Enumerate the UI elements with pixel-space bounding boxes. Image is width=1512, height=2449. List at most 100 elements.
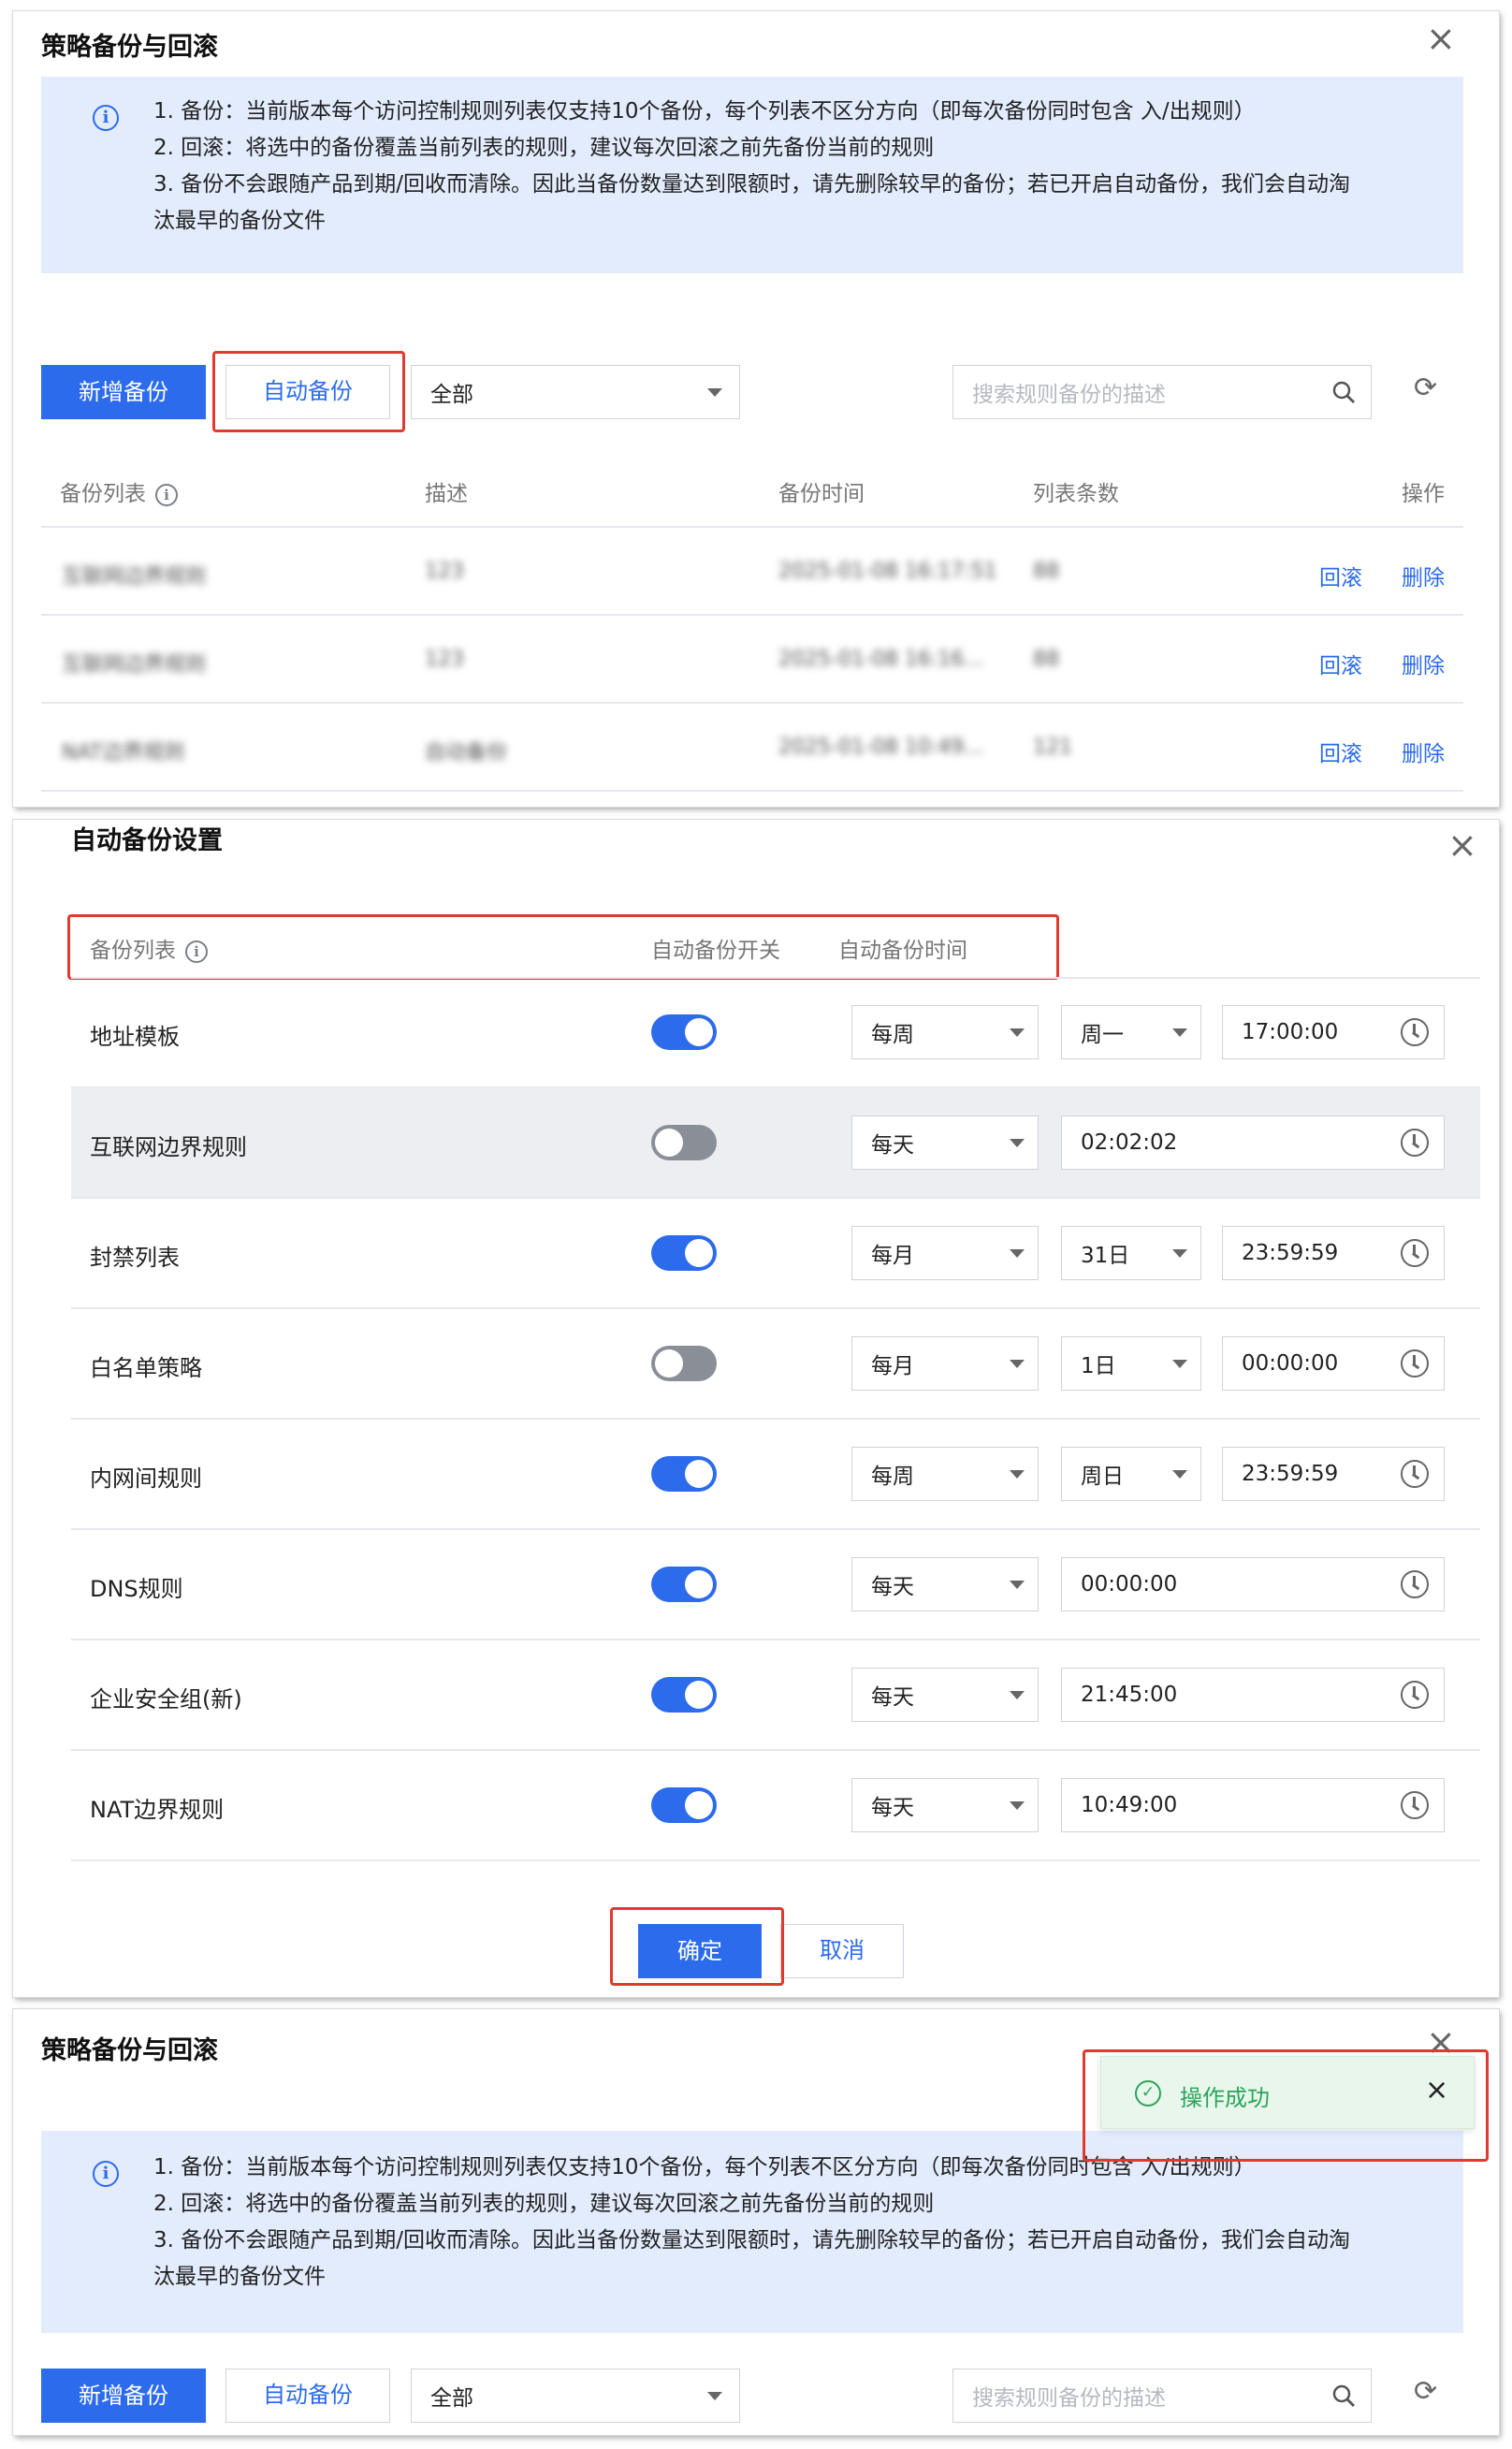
chevron-down-icon — [1010, 1360, 1025, 1368]
table-cell-time: 2025-01-08 16:17:51 — [778, 560, 997, 583]
day-select[interactable]: 31日 — [1061, 1226, 1201, 1280]
auto-backup-toggle[interactable] — [651, 1014, 717, 1050]
chevron-down-icon — [1010, 1470, 1025, 1479]
search-input[interactable]: 搜索规则备份的描述 — [952, 365, 1372, 419]
time-picker[interactable]: 10:49:00 — [1061, 1778, 1445, 1832]
rollback-link[interactable]: 回滚 — [1319, 560, 1362, 591]
day-select[interactable]: 1日 — [1061, 1336, 1201, 1391]
chevron-down-icon — [1172, 1360, 1187, 1368]
time-value: 17:00:00 — [1242, 1020, 1339, 1044]
table-cell-count: 121 — [1033, 736, 1072, 759]
divider — [71, 1859, 1480, 1861]
rollback-link[interactable]: 回滚 — [1319, 648, 1362, 679]
table-cell-desc: 自动备份 — [425, 741, 508, 765]
search-icon[interactable] — [1331, 2383, 1356, 2408]
dialog-title: 策略备份与回滚 — [41, 33, 218, 62]
backup-rollback-dialog: 策略备份与回滚 × i 1. 备份：当前版本每个访问控制规则列表仅支持10个备份… — [13, 11, 1499, 807]
toggle-knob — [655, 1349, 683, 1378]
column-header-desc: 描述 — [425, 482, 468, 506]
day-value: 1日 — [1081, 1354, 1116, 1378]
add-backup-button[interactable]: 新增备份 — [41, 365, 206, 419]
row-name: 地址模板 — [90, 1024, 180, 1050]
clock-icon — [1401, 1018, 1429, 1046]
table-cell-time: 2025-01-08 10:49... — [778, 736, 984, 759]
filter-select-value: 全部 — [430, 383, 473, 407]
chevron-down-icon — [707, 2392, 722, 2400]
delete-link[interactable]: 删除 — [1402, 648, 1445, 679]
frequency-select[interactable]: 每天 — [851, 1115, 1039, 1170]
column-header-backup-list: 备份列表 i — [60, 475, 178, 507]
column-header-time: 备份时间 — [778, 482, 865, 506]
day-value: 周一 — [1081, 1023, 1124, 1047]
chevron-down-icon — [1172, 1470, 1187, 1479]
time-picker[interactable]: 17:00:00 — [1222, 1005, 1445, 1059]
column-header-switch: 自动备份开关 — [651, 939, 780, 963]
time-picker[interactable]: 00:00:00 — [1222, 1336, 1445, 1391]
frequency-value: 每月 — [871, 1354, 914, 1378]
info-icon[interactable]: i — [155, 483, 178, 506]
column-header-count: 列表条数 — [1033, 482, 1119, 506]
dialog-title: 自动备份设置 — [71, 826, 223, 855]
column-header-time: 自动备份时间 — [838, 939, 967, 963]
day-select[interactable]: 周一 — [1061, 1005, 1201, 1059]
frequency-select[interactable]: 每周 — [851, 1447, 1039, 1501]
frequency-value: 每天 — [871, 1685, 914, 1710]
delete-link[interactable]: 删除 — [1402, 736, 1445, 767]
close-icon[interactable]: × — [1447, 827, 1477, 863]
time-value: 00:00:00 — [1242, 1351, 1339, 1376]
auto-backup-toggle[interactable] — [651, 1456, 717, 1492]
auto-backup-toggle[interactable] — [651, 1346, 717, 1381]
row-name: NAT边界规则 — [90, 1797, 225, 1823]
column-header-backup-list: 备份列表 i — [90, 932, 208, 964]
auto-backup-toggle[interactable] — [651, 1235, 717, 1271]
frequency-select[interactable]: 每月 — [851, 1336, 1039, 1391]
frequency-select[interactable]: 每周 — [851, 1005, 1039, 1059]
frequency-select[interactable]: 每月 — [851, 1226, 1039, 1280]
frequency-value: 每天 — [871, 1796, 914, 1820]
highlight-box — [1083, 2049, 1489, 2162]
rollback-link[interactable]: 回滚 — [1319, 736, 1362, 767]
divider — [41, 702, 1463, 704]
delete-link[interactable]: 删除 — [1402, 560, 1445, 591]
auto-backup-toggle[interactable] — [651, 1787, 717, 1823]
table-row: NAT边界规则 每天 10:49:00 — [71, 1750, 1480, 1861]
table-cell-count: 88 — [1033, 560, 1059, 583]
day-select[interactable]: 周日 — [1061, 1447, 1201, 1501]
time-picker[interactable]: 21:45:00 — [1061, 1668, 1445, 1722]
auto-backup-toggle[interactable] — [651, 1567, 717, 1602]
day-value: 31日 — [1081, 1244, 1130, 1268]
divider — [41, 526, 1463, 528]
toggle-knob — [685, 1018, 713, 1046]
day-value: 周日 — [1081, 1465, 1124, 1489]
auto-backup-toggle[interactable] — [651, 1677, 717, 1713]
auto-backup-toggle[interactable] — [651, 1125, 717, 1160]
info-icon[interactable]: i — [185, 940, 208, 963]
time-picker[interactable]: 23:59:59 — [1222, 1447, 1445, 1501]
time-picker[interactable]: 02:02:02 — [1061, 1115, 1445, 1170]
auto-backup-button[interactable]: 自动备份 — [225, 2369, 390, 2423]
dialog-title: 策略备份与回滚 — [41, 2036, 218, 2065]
frequency-select[interactable]: 每天 — [851, 1557, 1039, 1611]
frequency-value: 每天 — [871, 1575, 914, 1599]
refresh-icon[interactable]: ⟳ — [1414, 2378, 1437, 2406]
time-picker[interactable]: 00:00:00 — [1061, 1557, 1445, 1611]
add-backup-button[interactable]: 新增备份 — [41, 2369, 206, 2423]
filter-select[interactable]: 全部 — [411, 365, 740, 419]
frequency-value: 每周 — [871, 1023, 914, 1047]
refresh-icon[interactable]: ⟳ — [1414, 374, 1437, 402]
frequency-select[interactable]: 每天 — [851, 1778, 1039, 1832]
time-picker[interactable]: 23:59:59 — [1222, 1226, 1445, 1280]
toggle-knob — [685, 1681, 713, 1709]
chevron-down-icon — [707, 388, 722, 397]
filter-select[interactable]: 全部 — [411, 2369, 740, 2423]
frequency-select[interactable]: 每天 — [851, 1668, 1039, 1722]
search-input[interactable]: 搜索规则备份的描述 — [952, 2369, 1372, 2423]
row-name: 企业安全组(新) — [90, 1686, 242, 1713]
close-icon[interactable]: × — [1426, 21, 1456, 56]
cancel-button[interactable]: 取消 — [780, 1924, 904, 1978]
search-icon[interactable] — [1331, 380, 1356, 404]
time-value: 23:59:59 — [1242, 1462, 1339, 1486]
chevron-down-icon — [1010, 1581, 1025, 1589]
time-value: 00:00:00 — [1081, 1572, 1178, 1596]
backup-rollback-dialog-after: 策略备份与回滚 × i 1. 备份：当前版本每个访问控制规则列表仅支持10个备份… — [13, 2009, 1499, 2435]
